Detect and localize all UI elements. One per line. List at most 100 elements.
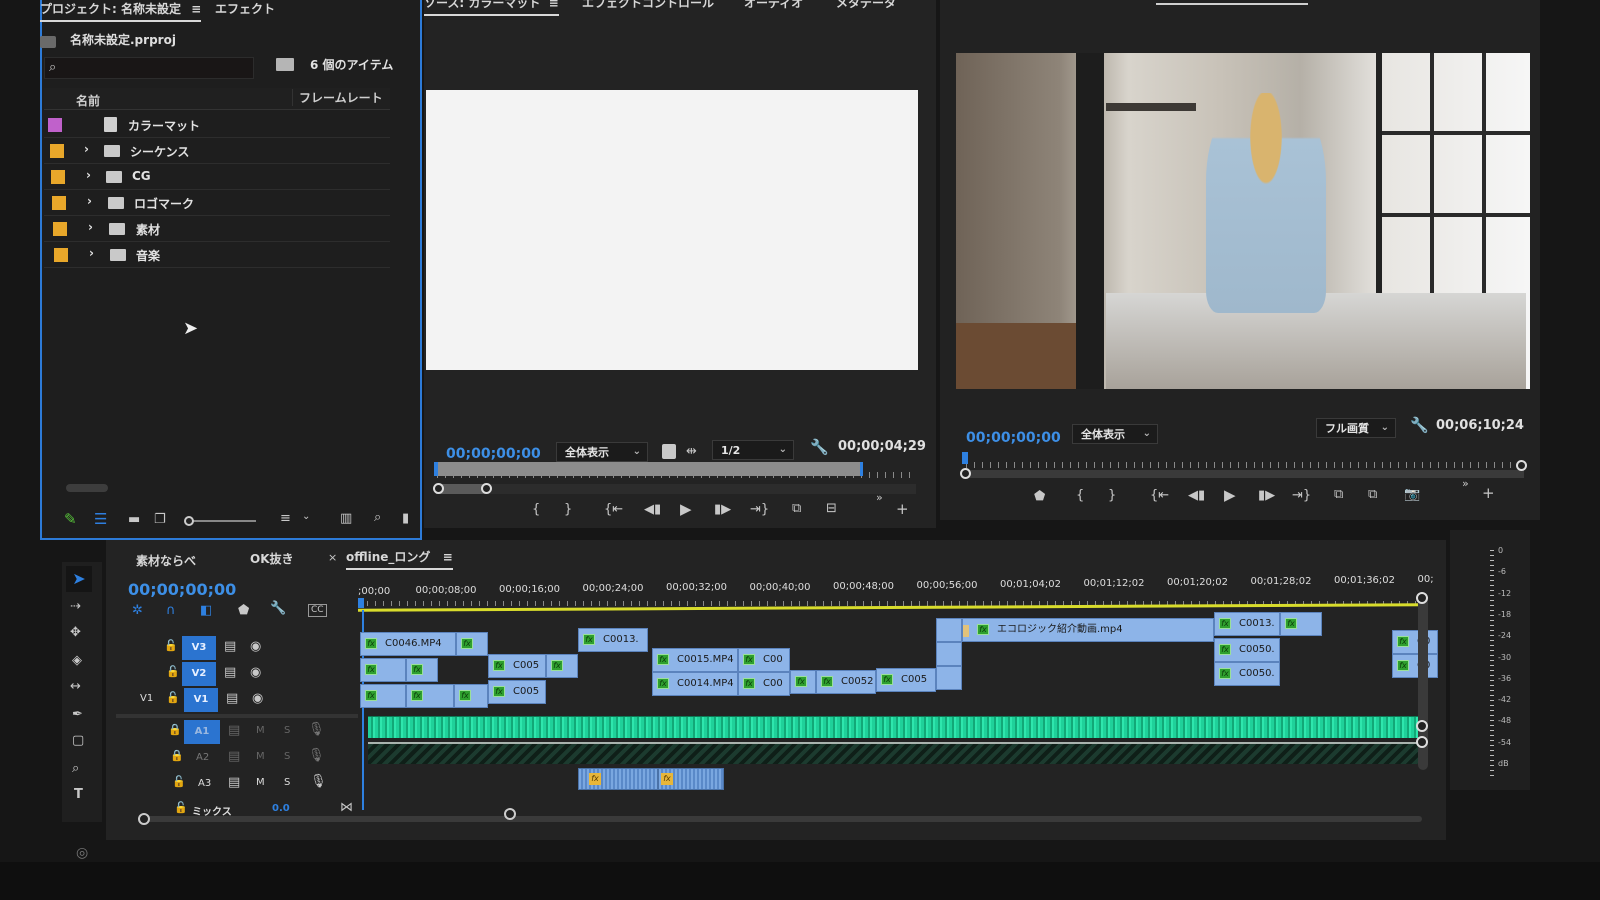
program-timecode-current[interactable]: 00;00;00;00 [966, 430, 1061, 446]
column-name[interactable]: 名前 [76, 92, 100, 109]
add-marker-icon[interactable]: ⬟ [1034, 490, 1045, 503]
pencil-icon[interactable]: ✎ [64, 512, 77, 527]
mute-button[interactable]: M [256, 777, 265, 788]
timeline-vertical-scrollbar[interactable] [1416, 592, 1428, 770]
timeline-clip[interactable]: fx C005 [488, 654, 546, 678]
label-color-swatch[interactable] [54, 248, 68, 262]
slip-tool-icon[interactable]: ↔ [70, 680, 81, 693]
playback-quality-select[interactable]: フル画質 ⌄ [1316, 418, 1396, 438]
column-framerate[interactable]: フレームレート [292, 89, 383, 106]
track-label-a2[interactable]: A2 [196, 752, 209, 763]
mark-out-icon[interactable]: } [564, 503, 572, 516]
expand-chevron-icon[interactable]: › [87, 194, 92, 208]
scroll-handle-mid[interactable] [1416, 720, 1428, 732]
sync-lock-icon[interactable]: ▤ [228, 750, 240, 763]
panel-menu-icon[interactable]: ≡ [443, 550, 453, 564]
timeline-clip[interactable]: fx [406, 684, 454, 708]
go-to-in-icon[interactable]: {⇤ [604, 503, 623, 516]
mark-in-icon[interactable]: { [1076, 489, 1084, 502]
playhead[interactable] [434, 462, 438, 476]
audio-clip-a2[interactable] [368, 742, 1420, 764]
timeline-ruler[interactable]: ;00;00 00;00;08;00 00;00;16;00 00;00;24;00 0… [358, 574, 1434, 612]
timeline-clip[interactable]: fx C0050. [1214, 662, 1280, 686]
track-target-a1[interactable]: A1 [184, 720, 220, 744]
video-audio-divider[interactable] [116, 714, 358, 718]
button-editor-icon[interactable]: + [896, 502, 909, 517]
wrench-icon[interactable]: 🔧 [270, 602, 286, 615]
captions-icon[interactable]: CC [308, 604, 327, 617]
track-target-v1[interactable]: V1 [184, 688, 218, 712]
timeline-playhead[interactable] [358, 598, 364, 608]
sync-lock-icon[interactable]: ▤ [228, 776, 240, 789]
step-back-icon[interactable]: ◀▮ [644, 503, 661, 516]
play-icon[interactable]: ▶ [680, 502, 692, 517]
expand-chevron-icon[interactable]: › [89, 246, 94, 260]
mute-button[interactable]: M [256, 725, 265, 736]
step-forward-icon[interactable]: ▮▶ [1258, 489, 1275, 502]
sync-lock-icon[interactable]: ▤ [226, 692, 238, 705]
linked-selection-icon[interactable]: ◧ [200, 604, 212, 617]
tab-effects[interactable]: エフェクト [215, 0, 275, 17]
search-field[interactable]: ⌕ [44, 57, 254, 79]
go-to-in-icon[interactable]: {⇤ [1150, 489, 1169, 502]
timeline-clip[interactable]: fx C0050. [1214, 638, 1280, 662]
hscroll-right-handle[interactable] [504, 808, 516, 820]
button-editor-icon[interactable]: + [1482, 486, 1495, 501]
timeline-clip[interactable]: fx C0046.MP4 [360, 632, 456, 656]
export-frame-icon[interactable]: 📷 [1404, 488, 1420, 501]
nest-toggle-icon[interactable]: ✲ [132, 604, 143, 617]
program-video-frame[interactable] [956, 53, 1530, 389]
eye-icon[interactable]: ◉ [250, 640, 261, 653]
source-video-frame[interactable] [426, 90, 918, 370]
step-back-icon[interactable]: ◀▮ [1188, 489, 1205, 502]
solo-button[interactable]: S [284, 725, 290, 736]
hscroll-left-handle[interactable] [138, 813, 150, 825]
expand-chevron-icon[interactable]: › [86, 168, 91, 182]
scroll-handle-bottom[interactable] [1416, 736, 1428, 748]
zoom-bar-left-handle[interactable] [433, 483, 444, 494]
bin-search-icon[interactable] [276, 58, 294, 71]
sync-lock-icon[interactable]: ▤ [224, 666, 236, 679]
timeline-clip[interactable]: fx [456, 632, 488, 656]
zoom-bar-right-handle[interactable] [481, 483, 492, 494]
mix-volume-value[interactable]: 0.0 [272, 803, 290, 814]
mute-button[interactable]: M [256, 751, 265, 762]
tab-source[interactable]: ソース: カラーマット ≡ [424, 0, 559, 16]
timeline-clip[interactable]: fx C0014.MP4 [652, 672, 738, 696]
type-tool-icon[interactable]: T [74, 788, 83, 801]
timeline-clip[interactable]: fx [1280, 612, 1322, 636]
source-zoom-select[interactable]: 全体表示 ⌄ [556, 442, 648, 462]
timeline-clip[interactable]: fx C005 [876, 668, 936, 692]
program-zoom-bar[interactable] [960, 460, 1527, 479]
horizontal-scrollbar[interactable] [66, 484, 108, 492]
lock-icon[interactable]: 🔒 [168, 724, 182, 735]
timeline-clip[interactable]: fx [454, 684, 488, 708]
source-zoom-bar[interactable] [433, 483, 916, 494]
microphone-icon[interactable]: 🎙 [308, 749, 325, 762]
solo-button[interactable]: S [284, 777, 290, 788]
freeform-view-icon[interactable]: ❐ [154, 513, 166, 526]
track-target-v3[interactable]: V3 [182, 636, 216, 660]
audio-clip-a3[interactable]: fx [658, 768, 724, 790]
lock-icon[interactable]: 🔓 [174, 802, 188, 813]
more-buttons-icon[interactable]: » [1462, 478, 1469, 489]
step-forward-icon[interactable]: ▮▶ [714, 503, 731, 516]
snap-icon[interactable]: ∩ [166, 604, 176, 617]
add-marker-icon[interactable]: ⬟ [238, 604, 249, 617]
timeline-clip[interactable]: fx C0015.MP4 [652, 648, 738, 672]
wrench-icon[interactable]: 🔧 [810, 440, 829, 455]
sync-lock-icon[interactable]: ▤ [224, 640, 236, 653]
tab-project[interactable]: プロジェクト: 名称未設定 ≡ [40, 0, 202, 22]
list-view-icon[interactable]: ☰ [94, 512, 107, 527]
mark-out-icon[interactable]: } [1108, 489, 1116, 502]
audio-clip-a1[interactable] [368, 716, 1420, 738]
timeline-clip[interactable]: fxC0 [1392, 630, 1438, 654]
ripple-edit-tool-icon[interactable]: ✥ [70, 626, 81, 639]
lift-icon[interactable]: ⧉ [1334, 488, 1343, 501]
track-target-v2[interactable]: V2 [182, 662, 216, 686]
label-color-swatch[interactable] [52, 196, 66, 210]
timeline-clip[interactable]: fx C005 [488, 680, 546, 704]
label-color-swatch[interactable] [53, 222, 67, 236]
tab-effect-controls[interactable]: エフェクトコントロール [582, 0, 714, 11]
tab-sequence-1[interactable]: 素材ならべ [136, 552, 196, 569]
